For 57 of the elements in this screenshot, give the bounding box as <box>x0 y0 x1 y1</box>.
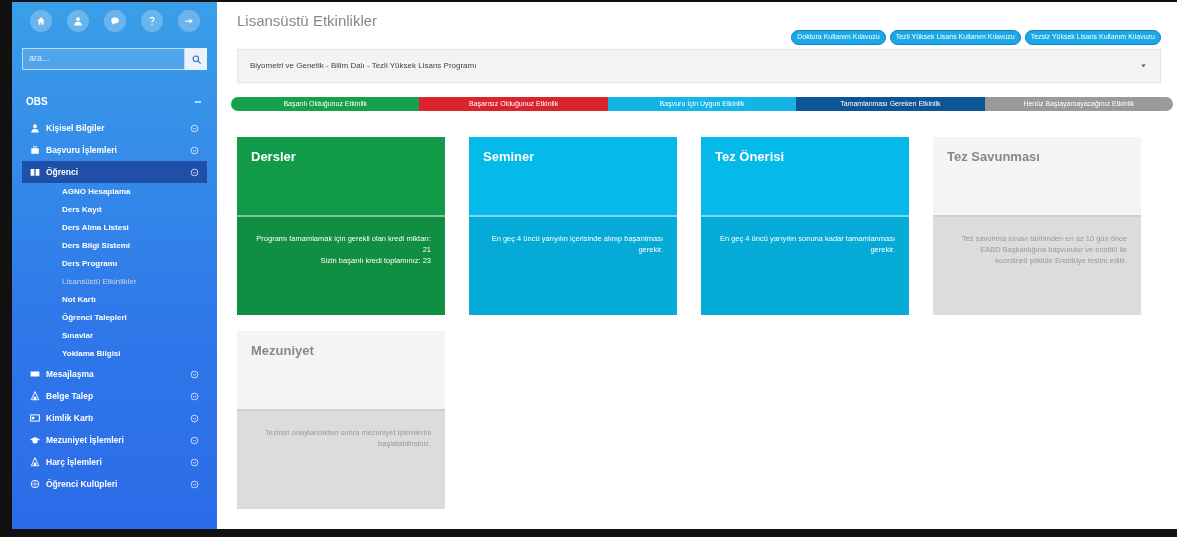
graduation-cap-icon <box>30 435 40 445</box>
submenu-item[interactable]: Öğrenci Talepleri <box>22 309 207 327</box>
submenu-item[interactable]: Ders Programı <box>22 255 207 273</box>
chevron-icon <box>190 413 199 423</box>
submenu-item[interactable]: AGNO Hesaplama <box>22 183 207 201</box>
briefcase-icon <box>30 145 40 155</box>
sidebar-item[interactable]: Başvuru İşlemleri <box>22 139 207 161</box>
home-icon <box>35 16 46 26</box>
home-button[interactable] <box>29 10 52 32</box>
chevron-icon <box>190 435 199 445</box>
sidebar-item[interactable]: Mezuniyet İşlemleri <box>22 429 207 451</box>
logout-button[interactable] <box>177 10 200 32</box>
logout-icon <box>183 16 194 26</box>
sidebar-item[interactable]: Öğrenci <box>22 161 207 183</box>
sidebar-item[interactable]: Öğrenci Kulüpleri <box>22 473 207 495</box>
chevron-icon <box>190 479 199 489</box>
sidebar-item[interactable]: Mesajlaşma <box>22 363 207 385</box>
sidebar-item[interactable]: Harç İşlemleri <box>22 451 207 473</box>
chevron-icon <box>190 369 199 379</box>
submenu-item[interactable]: Ders Bilgi Sistemi <box>22 237 207 255</box>
submenu-item[interactable]: Sınavlar <box>22 327 207 345</box>
help-button[interactable] <box>140 10 163 32</box>
card-title: Seminer <box>469 136 677 217</box>
chevron-icon <box>190 145 199 155</box>
page-title: Lisansüstü Etkinlikler <box>237 11 378 31</box>
card-title: Tez Savunması <box>933 136 1141 217</box>
chevron-icon <box>190 123 199 133</box>
chat-icon <box>109 16 120 26</box>
sidebar-item[interactable]: Belge Talep <box>22 385 207 407</box>
chevron-icon <box>190 457 199 467</box>
user-button[interactable] <box>66 10 89 32</box>
section-title: OBS <box>26 95 48 109</box>
submenu-item[interactable]: Ders Kayıt <box>22 201 207 219</box>
search-field[interactable]: ara... <box>22 48 185 70</box>
card-title: Mezuniyet <box>237 330 445 411</box>
search-icon <box>190 53 202 65</box>
chevron-icon <box>190 391 199 401</box>
chat-button[interactable] <box>103 10 126 32</box>
globe-icon <box>30 479 40 489</box>
card-title: Dersler <box>237 136 445 217</box>
submenu-item[interactable]: Not Kartı <box>22 291 207 309</box>
caret-icon <box>1139 61 1148 70</box>
search-button[interactable] <box>185 48 207 70</box>
program-select[interactable]: Biyometri ve Genetik - Bilim Dalı - Tezli Yüksek Lisans Programı <box>237 48 1161 83</box>
user-icon <box>30 123 40 133</box>
user-icon <box>72 16 83 26</box>
chevron-icon <box>190 167 199 177</box>
envelope-icon <box>30 369 40 379</box>
card-title: Tez Önerisi <box>701 136 909 217</box>
submenu-item[interactable]: Ders Alma Listesi <box>22 219 207 237</box>
select-value: Biyometri ve Genetik - Bilim Dalı - Tezli Yüksek Lisans Programı <box>250 59 477 72</box>
id-card-icon <box>30 413 40 423</box>
submenu-item[interactable]: Yoklama Bilgisi <box>22 345 207 363</box>
book-icon <box>30 167 40 177</box>
sidebar-item[interactable]: Kişisel Bilgiler <box>22 117 207 139</box>
sidebar-item[interactable]: Kimlik Kartı <box>22 407 207 429</box>
submenu-item[interactable]: Lisansüstü Etkinlikler <box>22 273 207 291</box>
